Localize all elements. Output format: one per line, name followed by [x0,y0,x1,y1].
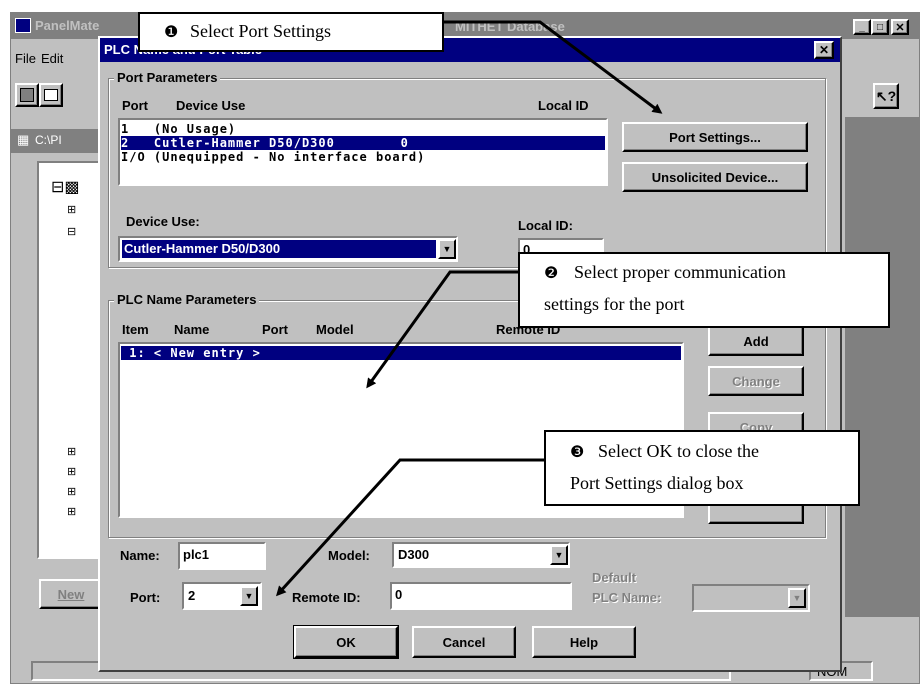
workspace-area [845,117,919,617]
tree-view[interactable]: ⊟▩ ⊞ ⊟ ⊞ ⊞ ⊞ ⊞ [37,161,103,559]
name-value: plc1 [183,547,210,562]
name-label: Name: [120,548,160,563]
dialog-close-button[interactable]: ✕ [814,41,834,59]
plc-name-parameters-label: PLC Name Parameters [114,292,260,307]
callout-1: ❶ Select Port Settings [138,12,444,52]
name-input[interactable]: plc1 [178,542,266,570]
app-title: PanelMate [35,18,100,33]
callout-1-number: ❶ [164,24,179,41]
tree-node[interactable]: ⊞ [67,445,76,458]
port-list-row[interactable]: 1 (No Usage) [121,122,605,136]
chevron-down-icon[interactable]: ▼ [550,545,568,565]
tree-path-icon: ▦ [17,132,30,147]
menu-file[interactable]: File [15,51,36,66]
callout-2-number: ❷ [544,265,559,282]
tree-node[interactable]: ⊞ [67,485,76,498]
model-value: D300 [398,547,430,562]
chevron-down-icon[interactable]: ▼ [788,588,806,608]
tree-node[interactable]: ⊞ [67,505,76,518]
port-list-row-selected[interactable]: 2 Cutler-Hammer D50/D300 0 [121,136,605,150]
local-id-label: Local ID: [518,218,573,233]
chevron-down-icon[interactable]: ▼ [240,586,258,606]
port-list[interactable]: 1 (No Usage) 2 Cutler-Hammer D50/D300 0 … [118,118,608,186]
help-pointer-icon: ↖? [875,87,897,104]
remote-id-value: 0 [395,587,403,602]
callout-3-number: ❸ [570,444,585,461]
port-value: 2 [188,588,196,603]
port-settings-button[interactable]: Port Settings... [622,122,808,152]
plc-name-list-row-selected[interactable]: 1: < New entry > [121,346,681,360]
help-toolbar-button[interactable]: ↖? [873,83,899,109]
local-id-column-header: Local ID [538,98,589,113]
print-icon [44,89,58,101]
plc-name-label: PLC Name: [592,590,662,605]
default-label: Default [592,570,637,585]
callout-3-text-1: Select OK to close the [598,441,759,461]
save-toolbar-button[interactable] [15,83,39,107]
save-icon [20,88,34,102]
port-label: Port: [130,590,161,605]
model-dropdown[interactable]: D300 ▼ [392,542,570,568]
plc-name-port-table-dialog: PLC Name and Port Table ✕ Port Parameter… [98,36,842,672]
app-title-right: MITHET Database [455,19,565,34]
callout-2-text-2: settings for the port [544,294,685,314]
port-parameters-label: Port Parameters [114,70,221,85]
device-use-value: Cutler-Hammer D50/D300 [122,240,436,258]
chevron-down-icon[interactable]: ▼ [438,239,456,259]
tree-node[interactable]: ⊞ [67,203,76,216]
port-list-row[interactable]: I/O (Unequipped - No interface board) [121,150,605,164]
new-button[interactable]: New [39,579,103,609]
app-icon [15,18,31,33]
name-column-header: Name [174,322,210,337]
app-close-button[interactable]: ✕ [891,19,909,35]
print-toolbar-button[interactable] [39,83,63,107]
cancel-button[interactable]: Cancel [412,626,516,658]
app-maximize-button[interactable]: □ [871,19,889,35]
device-use-label: Device Use: [126,214,200,229]
tree-node[interactable]: ⊟ [67,225,76,238]
callout-2: ❷ Select proper communication settings f… [518,252,890,328]
port-column-header-2: Port [262,322,288,337]
device-use-dropdown[interactable]: Cutler-Hammer D50/D300 ▼ [118,236,458,262]
port-dropdown[interactable]: 2 ▼ [182,582,262,610]
default-plc-name-dropdown[interactable]: ▼ [692,584,810,612]
callout-2-text-1: Select proper communication [574,262,786,282]
port-column-header: Port [122,98,148,113]
change-button[interactable]: Change [708,366,804,396]
callout-1-text: Select Port Settings [190,21,331,41]
tree-panel-header: ▦ C:\PI [11,129,101,153]
tree-path: C:\PI [35,133,62,147]
add-button[interactable]: Add [708,326,804,356]
callout-3-text-2: Port Settings dialog box [570,473,744,493]
help-button[interactable]: Help [532,626,636,658]
remote-id-input[interactable]: 0 [390,582,572,610]
app-minimize-button[interactable]: _ [853,19,871,35]
model-label: Model: [328,548,370,563]
callout-3: ❸ Select OK to close the Port Settings d… [544,430,860,506]
unsolicited-device-button[interactable]: Unsolicited Device... [622,162,808,192]
ok-button[interactable]: OK [293,625,399,659]
item-column-header: Item [122,322,149,337]
remote-id-label: Remote ID: [292,590,361,605]
device-use-column-header: Device Use [176,98,246,113]
menu-edit[interactable]: Edit [41,51,63,66]
model-column-header: Model [316,322,354,337]
tree-node[interactable]: ⊞ [67,465,76,478]
tree-root-icon: ⊟▩ [51,179,80,196]
